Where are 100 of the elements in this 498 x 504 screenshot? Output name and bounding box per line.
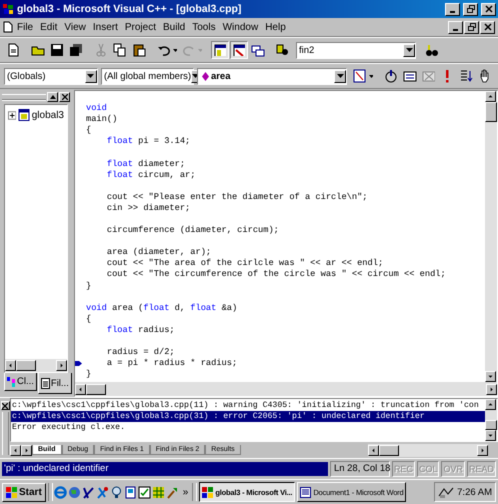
code-line: float pi = 3.14; [106, 136, 190, 148]
code-line: cout << "The area of the cirlcle was " << ar << endl; [106, 258, 384, 270]
tree-item[interactable]: global3 [32, 110, 64, 120]
network-icon[interactable] [438, 486, 454, 498]
members-combo[interactable]: (All global members) [100, 68, 194, 84]
more-icons-button[interactable]: » [180, 486, 190, 498]
workspace-window-icon[interactable] [211, 41, 229, 59]
project-icon [18, 109, 30, 121]
minimize-button[interactable] [448, 20, 463, 34]
restore-button[interactable] [464, 20, 479, 34]
restore-button[interactable] [463, 2, 478, 16]
class-combo[interactable]: (Globals) [4, 68, 98, 84]
scroll-left-icon[interactable] [368, 444, 379, 456]
diamond-icon [202, 72, 209, 80]
caret-icon [406, 48, 412, 52]
restore-icon [468, 23, 476, 31]
grip-bar[interactable] [2, 412, 8, 455]
scroll-left-icon[interactable] [5, 360, 16, 371]
dock-button[interactable] [47, 92, 58, 102]
workspace-tab[interactable]: Fil... [38, 373, 72, 394]
code-editor[interactable] [74, 90, 498, 397]
save-all-icon[interactable] [67, 41, 85, 59]
menu-item[interactable]: Build [160, 22, 188, 32]
vertical-scrollbar[interactable] [485, 91, 497, 382]
windows-flag-icon [6, 486, 17, 498]
output-line[interactable]: c:\wpfiles\csc1\cppfiles\global3.cpp(11) : warning C4305: 'initializing' : truncation from 'con [11, 400, 485, 411]
horizontal-scrollbar[interactable] [368, 444, 488, 456]
menu-item[interactable]: Help [262, 22, 289, 32]
restore-icon [466, 5, 474, 13]
pen-icon[interactable] [82, 486, 96, 498]
scroll-right-icon[interactable] [56, 360, 67, 371]
document-icon [300, 486, 312, 498]
expand-toggle-icon[interactable] [8, 110, 16, 120]
status-message: 'pi' : undeclared identifier [2, 462, 328, 476]
caret-icon [336, 74, 344, 78]
output-window-icon[interactable] [230, 41, 248, 59]
horizontal-scrollbar[interactable] [5, 359, 67, 372]
code-line: cout << "Please enter the diameter of a circle\n"; [106, 192, 368, 203]
scroll-left-icon[interactable] [10, 444, 21, 456]
code-line: float diameter; [106, 158, 186, 170]
menu-item[interactable]: Tools [189, 22, 219, 32]
code-line: cin >> diameter; [106, 202, 190, 214]
scroll-thumb[interactable] [86, 384, 106, 394]
scroll-thumb[interactable] [485, 102, 497, 122]
status-indicator: COL [416, 461, 440, 477]
checklist-icon[interactable] [138, 486, 152, 498]
scroll-right-icon[interactable] [21, 444, 32, 456]
output-line[interactable]: Error executing cl.exe. [11, 422, 485, 433]
save-icon[interactable] [48, 41, 66, 59]
horizontal-scrollbar[interactable] [75, 382, 497, 396]
menu-item[interactable]: File [14, 22, 36, 32]
close-icon [2, 402, 8, 408]
scroll-left-icon[interactable] [75, 384, 86, 394]
code-line: float circum, ar; [106, 170, 196, 181]
code-line: cout << "The circumference of the circle was " << circum << endl; [106, 269, 446, 280]
current-line-marker-icon [75, 361, 82, 366]
code-line: main() [85, 114, 118, 126]
code-line: void area (float d, float &a) [85, 302, 238, 314]
menu-item[interactable]: Edit [37, 22, 60, 32]
browser-icon[interactable] [54, 486, 68, 498]
grid-icon[interactable] [152, 486, 166, 498]
status-indicator: READ [466, 461, 496, 477]
lightbulb-icon[interactable] [110, 486, 124, 498]
device-icon[interactable] [124, 486, 138, 498]
scroll-right-icon[interactable] [486, 384, 497, 394]
wizard-action-icon[interactable] [351, 67, 375, 85]
code-line: void [85, 103, 107, 114]
find-combo[interactable]: fin2 [296, 42, 416, 58]
minimize-button[interactable] [445, 2, 460, 16]
window-title: global3 - Microsoft Visual C++ - [global3.cpp] [17, 3, 242, 15]
scroll-up-icon[interactable] [485, 91, 496, 102]
close-button[interactable] [0, 401, 10, 410]
status-indicator: OVR [441, 461, 465, 477]
scroll-thumb[interactable] [16, 360, 36, 371]
scroll-right-icon[interactable] [477, 444, 488, 456]
code-line: a = pi * radius * radius; [106, 358, 238, 370]
code-line: float radius; [106, 324, 175, 336]
menu-item[interactable]: Insert [90, 22, 121, 32]
code-line: area (diameter, ar); [106, 247, 212, 258]
class-view-icon [7, 376, 16, 387]
menu-item[interactable]: Window [220, 22, 262, 32]
code-line: } [85, 369, 92, 380]
menu-item[interactable]: Project [122, 22, 159, 32]
scroll-thumb[interactable] [379, 444, 399, 456]
scroll-down-icon[interactable] [485, 430, 496, 441]
scroll-up-icon[interactable] [485, 399, 496, 410]
code-line: } [85, 280, 92, 292]
code-line: { [85, 314, 92, 325]
close-icon [484, 5, 492, 13]
app-icon [202, 486, 214, 498]
workspace-tab[interactable]: Cl... [4, 373, 37, 391]
function-combo[interactable]: area [196, 68, 348, 84]
paintbrush-icon[interactable] [166, 486, 180, 498]
scroll-down-icon[interactable] [485, 371, 496, 382]
code-line: circumference (diameter, circum); [106, 225, 279, 236]
menu-item[interactable]: View [61, 22, 89, 32]
close-icon [62, 94, 68, 100]
start-button[interactable]: Start [2, 482, 46, 502]
scroll-thumb[interactable] [485, 420, 497, 430]
vertical-scrollbar[interactable] [485, 399, 497, 441]
